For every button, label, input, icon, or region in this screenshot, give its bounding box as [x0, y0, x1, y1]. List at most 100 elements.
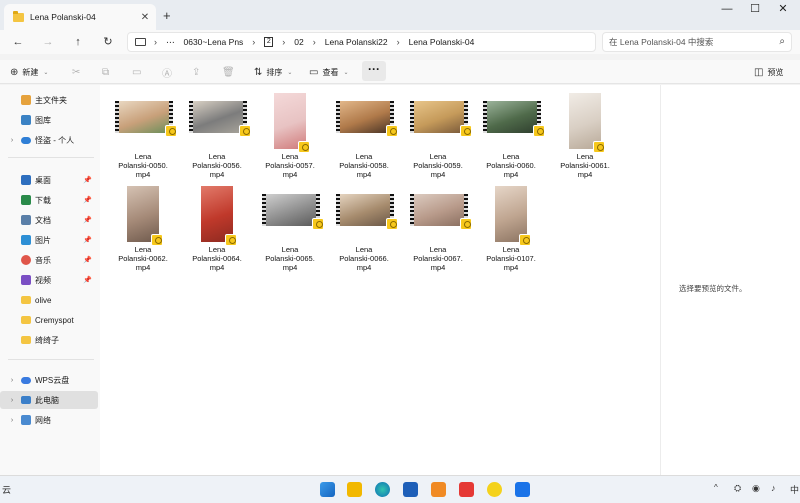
delete-button[interactable]: 🗑 [222, 63, 239, 81]
breadcrumb-item[interactable]: 2 [264, 37, 274, 47]
breadcrumb-item[interactable]: Lena Polanski22 [325, 37, 388, 47]
chevron-right-icon[interactable]: › [7, 397, 17, 404]
forward-button[interactable]: → [38, 33, 58, 51]
paste-button[interactable]: ▭ [132, 63, 145, 81]
address-bar[interactable]: › ⋯ 0630~Lena Pns › 2 › 02 › Lena Polans… [127, 32, 596, 52]
sidebar-item-pictures[interactable]: 图片 📌 [0, 231, 98, 249]
file-name-line: Lena [502, 245, 520, 254]
sidebar-item-desktop[interactable]: 桌面 📌 [0, 171, 98, 189]
sidebar-item-label: WPS云盘 [35, 375, 70, 385]
sidebar-item-music[interactable]: 音乐 📌 [0, 251, 98, 269]
sidebar-item-documents[interactable]: 文档 📌 [0, 211, 98, 229]
chevron-right-icon[interactable]: › [7, 417, 17, 424]
sidebar-item-downloads[interactable]: 下载 📌 [0, 191, 98, 209]
file-item[interactable]: Lena Polanski-0059. mp4 [405, 89, 472, 185]
more-options-button[interactable]: ··· [362, 61, 386, 81]
minimize-button[interactable]: — [713, 0, 741, 20]
up-button[interactable]: ↑ [68, 33, 88, 51]
file-name-line: Polanski-0107. [486, 254, 536, 263]
sidebar-item-network[interactable]: › 网络 [0, 411, 98, 429]
chevron-right-icon[interactable]: › [7, 137, 17, 144]
video-thumbnail [336, 101, 398, 137]
file-name: Lena Polanski-0065. mp4 [257, 245, 323, 272]
sidebar-item-home[interactable]: 主文件夹 [0, 91, 98, 109]
command-bar: ⊕ 新建 ⌄ ✂ ⧉ ▭ Ⓐ ⇪ 🗑 ⇅ 排序 ⌄ ▭ 查看 ⌄ ··· ◫ 预… [0, 60, 800, 84]
network-tray-icon[interactable]: ⛭ [734, 483, 741, 494]
file-name-line: Lena [355, 245, 373, 254]
start-icon[interactable] [320, 482, 335, 497]
file-item[interactable]: Lena Polanski-0050. mp4 [110, 89, 177, 185]
wps-icon[interactable] [459, 482, 474, 497]
chevron-down-icon: ⌄ [43, 69, 49, 76]
file-item[interactable]: Lena Polanski-0065. mp4 [257, 182, 324, 278]
sidebar-item-gallery[interactable]: 图库 [0, 111, 98, 129]
tab-current-folder[interactable]: Lena Polanski-04 ✕ [4, 4, 156, 30]
pin-icon[interactable]: 📌 [83, 236, 92, 244]
pin-icon[interactable]: 📌 [83, 276, 92, 284]
file-item[interactable]: Lena Polanski-0060. mp4 [478, 89, 545, 185]
chevron-up-icon[interactable]: ^ [714, 483, 718, 492]
file-name: Lena Polanski-0059. mp4 [405, 152, 471, 179]
video-thumbnail [483, 101, 545, 137]
taskbar: 云 ^ ⛭ ◉ ♪ 中 [0, 475, 800, 503]
search-input[interactable]: 在 Lena Polanski-04 中搜索 ⌕ [602, 32, 792, 52]
sort-button[interactable]: ⇅ 排序 ⌄ [254, 63, 292, 81]
back-button[interactable]: ← [8, 33, 28, 51]
preview-pane-button[interactable]: ◫ 预览 [754, 63, 783, 81]
sidebar-item-videos[interactable]: 视频 📌 [0, 271, 98, 289]
sidebar-item-olive[interactable]: olive [0, 291, 98, 309]
pin-icon[interactable]: 📌 [83, 216, 92, 224]
store-icon[interactable] [431, 482, 446, 497]
file-item[interactable]: Lena Polanski-0058. mp4 [331, 89, 398, 185]
file-item[interactable]: Lena Polanski-0061. mp4 [552, 89, 618, 185]
new-button[interactable]: ⊕ 新建 ⌄ [10, 63, 48, 81]
rename-button[interactable]: Ⓐ [162, 63, 176, 81]
breadcrumb-item-current[interactable]: Lena Polanski-04 [409, 37, 475, 47]
player-badge-icon [312, 218, 324, 230]
breadcrumb-overflow[interactable]: ⋯ [166, 37, 175, 48]
app-icon[interactable] [515, 482, 530, 497]
file-explorer-icon[interactable] [347, 482, 362, 497]
sidebar-item-this-pc[interactable]: › 此电脑 [0, 391, 98, 409]
pin-icon[interactable]: 📌 [83, 196, 92, 204]
sidebar-item-wps-cloud[interactable]: › WPS云盘 [0, 371, 98, 389]
view-button[interactable]: ▭ 查看 ⌄ [309, 63, 348, 81]
file-item[interactable]: Lena Polanski-0056. mp4 [184, 89, 251, 185]
file-name: Lena Polanski-0058. mp4 [331, 152, 397, 179]
breadcrumb-item[interactable]: 02 [294, 37, 303, 47]
search-icon: ⌕ [779, 36, 785, 47]
file-item[interactable]: Lena Polanski-0067. mp4 [405, 182, 472, 278]
new-tab-button[interactable]: + [163, 8, 171, 23]
close-tab-icon[interactable]: ✕ [138, 12, 152, 23]
refresh-button[interactable]: ↻ [98, 33, 118, 51]
video-thumbnail [410, 101, 472, 137]
app-icon[interactable] [403, 482, 418, 497]
speaker-icon[interactable]: ♪ [771, 483, 776, 493]
edge-icon[interactable] [375, 482, 390, 497]
close-window-button[interactable]: ✕ [769, 0, 797, 20]
file-item[interactable]: Lena Polanski-0064. mp4 [184, 182, 250, 278]
pin-icon[interactable]: 📌 [83, 176, 92, 184]
share-button[interactable]: ⇪ [192, 63, 204, 81]
file-item[interactable]: Lena Polanski-0107. mp4 [478, 182, 544, 278]
sidebar-item-cremyspot[interactable]: Cremyspot [0, 311, 98, 329]
video-thumbnail [336, 194, 398, 230]
pin-icon[interactable]: 📌 [83, 256, 92, 264]
cut-button[interactable]: ✂ [72, 63, 84, 81]
wps-cloud-icon [21, 376, 31, 384]
sidebar-item-onedrive[interactable]: › 怪盗 - 个人 [0, 131, 98, 149]
copy-button[interactable]: ⧉ [102, 63, 113, 81]
player-icon[interactable] [487, 482, 502, 497]
steam-icon[interactable]: ◉ [752, 483, 760, 494]
breadcrumb-item[interactable]: 0630~Lena Pns [184, 37, 244, 47]
file-name-line: mp4 [135, 170, 151, 179]
file-item[interactable]: Lena Polanski-0057. mp4 [257, 89, 323, 185]
file-item[interactable]: Lena Polanski-0066. mp4 [331, 182, 398, 278]
sidebar-item-qiqizi[interactable]: 绮绮子 [0, 331, 98, 349]
maximize-button[interactable]: ☐ [741, 0, 769, 20]
file-explorer-window: Lena Polanski-04 ✕ + — ☐ ✕ ← → ↑ ↻ › ⋯ 0… [0, 0, 800, 475]
chevron-right-icon[interactable]: › [7, 377, 17, 384]
file-item[interactable]: Lena Polanski-0062. mp4 [110, 182, 176, 278]
file-name: Lena Polanski-0062. mp4 [110, 245, 176, 272]
sidebar-item-label: 绮绮子 [35, 335, 59, 345]
